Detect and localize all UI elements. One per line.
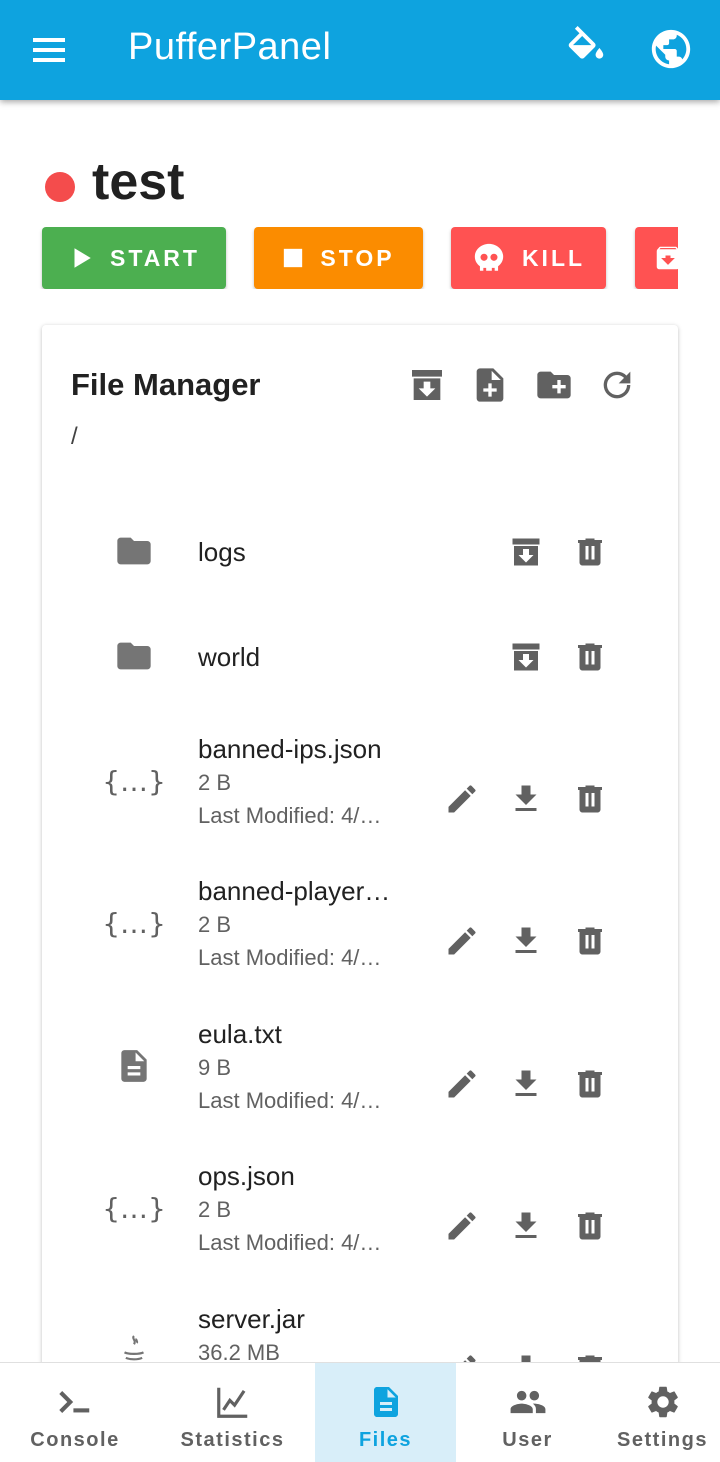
file-modified: Last Modified: 4/… [198, 1230, 382, 1255]
nav-statistics[interactable]: Statistics [160, 1363, 305, 1462]
bottom-navigation: Console Statistics Files User Settings [0, 1362, 720, 1462]
json-icon: {…} [102, 906, 166, 940]
file-row[interactable]: eula.txt 9 B Last Modified: 4/… [42, 1015, 678, 1135]
file-size: 9 B [198, 1055, 232, 1080]
play-icon [74, 248, 91, 268]
file-name: ops.json [198, 1161, 295, 1191]
chart-icon [216, 1387, 247, 1418]
kill-button[interactable]: KILL [451, 227, 606, 289]
server-status-dot [45, 172, 75, 202]
stop-button[interactable]: STOP [254, 227, 423, 289]
nav-label: Statistics [180, 1429, 285, 1451]
download-icon[interactable] [506, 779, 546, 819]
skull-icon [474, 243, 504, 271]
nav-settings[interactable]: Settings [605, 1363, 720, 1462]
delete-icon[interactable] [570, 1064, 610, 1104]
file-modified: Last Modified: 4/… [198, 1088, 382, 1113]
download-icon[interactable] [506, 1206, 546, 1246]
stop-label: STOP [320, 244, 395, 271]
download-icon[interactable] [506, 921, 546, 961]
new-file-icon[interactable] [470, 365, 510, 405]
delete-icon[interactable] [570, 532, 610, 572]
file-row-folder[interactable]: logs [42, 520, 678, 590]
app-bar: PufferPanel [0, 0, 720, 100]
archive-download-icon[interactable] [506, 532, 546, 572]
users-icon [510, 1390, 545, 1414]
file-modified: Last Modified: 4/… [198, 803, 382, 828]
menu-icon[interactable] [26, 28, 74, 72]
kill-label: KILL [521, 244, 586, 271]
file-icon [373, 1387, 398, 1417]
file-row-folder[interactable]: world [42, 625, 678, 695]
file-row[interactable]: {…} ops.json 2 B Last Modified: 4/… [42, 1157, 678, 1277]
file-name: banned-player… [198, 876, 391, 906]
json-icon: {…} [102, 764, 166, 798]
nav-files[interactable]: Files [315, 1363, 456, 1462]
download-icon[interactable] [506, 1064, 546, 1104]
edit-icon[interactable] [442, 921, 482, 961]
nav-user[interactable]: User [460, 1363, 595, 1462]
file-manager-card: File Manager / logs world {…} banned-ips… [42, 325, 678, 1462]
file-row[interactable]: {…} banned-ips.json 2 B Last Modified: 4… [42, 730, 678, 850]
globe-icon[interactable] [648, 26, 694, 72]
edit-icon[interactable] [442, 1206, 482, 1246]
delete-icon[interactable] [570, 1206, 610, 1246]
nav-label: Files [358, 1429, 413, 1451]
archive-icon [656, 246, 678, 270]
text-file-icon [112, 1044, 156, 1088]
file-manager-title: File Manager [71, 367, 261, 402]
json-icon: {…} [102, 1191, 166, 1225]
file-name: banned-ips.json [198, 734, 382, 764]
file-size: 2 B [198, 770, 232, 795]
file-row[interactable]: {…} banned-player… 2 B Last Modified: 4/… [42, 872, 678, 992]
delete-icon[interactable] [570, 637, 610, 677]
edit-icon[interactable] [442, 779, 482, 819]
file-modified: Last Modified: 4/… [198, 945, 382, 970]
file-size: 2 B [198, 912, 232, 937]
stop-icon [284, 248, 303, 268]
delete-icon[interactable] [570, 921, 610, 961]
nav-label: Console [30, 1429, 120, 1451]
start-label: START [110, 244, 200, 271]
file-name: server.jar [198, 1304, 305, 1334]
file-name: logs [198, 537, 246, 567]
start-button[interactable]: START [42, 227, 226, 289]
server-actions: START STOP KILL [0, 227, 678, 289]
edit-icon[interactable] [442, 1064, 482, 1104]
format-color-fill-icon[interactable] [563, 26, 609, 72]
delete-icon[interactable] [570, 779, 610, 819]
folder-icon [112, 529, 156, 573]
archive-download-icon[interactable] [506, 637, 546, 677]
nav-console[interactable]: Console [0, 1363, 150, 1462]
new-folder-icon[interactable] [534, 365, 574, 405]
install-button[interactable] [635, 227, 678, 289]
nav-label: Settings [617, 1429, 708, 1451]
file-name: eula.txt [198, 1019, 282, 1049]
gear-icon [647, 1386, 678, 1418]
folder-icon [112, 634, 156, 678]
server-name: test [92, 153, 185, 211]
nav-label: User [502, 1429, 553, 1451]
file-name: world [198, 642, 261, 672]
app-title: PufferPanel [128, 26, 332, 68]
archive-download-icon[interactable] [407, 365, 447, 405]
refresh-icon[interactable] [597, 365, 637, 405]
current-path: / [71, 423, 78, 450]
console-icon [59, 1391, 90, 1413]
file-size: 2 B [198, 1197, 232, 1222]
